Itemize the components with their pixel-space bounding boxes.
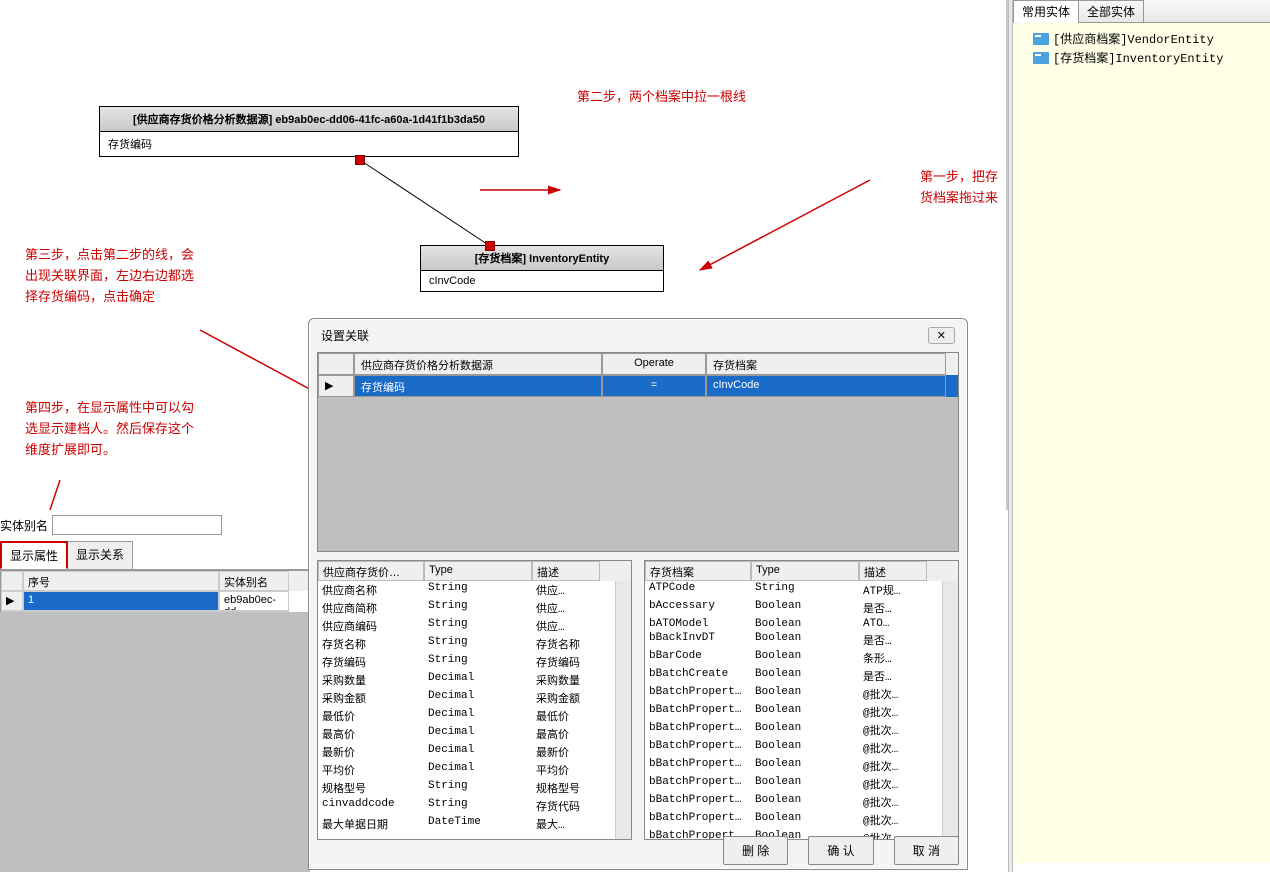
- relation-dialog: 设置关联 ✕ 供应商存货价格分析数据源 Operate 存货档案 ▶ 存货编码 …: [308, 318, 968, 870]
- entity-header: [供应商存货价格分析数据源] eb9ab0ec-dd06-41fc-a60a-1…: [100, 107, 518, 132]
- list-name-header: 供应商存货价…: [318, 561, 424, 581]
- list-item[interactable]: 存货名称String存货名称: [318, 635, 631, 653]
- list-desc-header: 描述: [532, 561, 600, 581]
- alias-input[interactable]: [52, 515, 222, 535]
- list-item[interactable]: ATPCodeStringATP规…: [645, 581, 958, 599]
- tab-display-relations[interactable]: 显示关系: [67, 541, 133, 569]
- list-name-header: 存货档案: [645, 561, 751, 581]
- rel-left-header: 供应商存货价格分析数据源: [354, 353, 602, 375]
- annotation-step1: 第一步，把存货档案拖过来: [920, 167, 1006, 209]
- tree-item[interactable]: [存货档案]InventoryEntity: [1019, 48, 1264, 67]
- table-row[interactable]: ▶1eb9ab0ec-dd…: [1, 591, 309, 611]
- list-item[interactable]: bBatchProperty6Boolean@批次…: [645, 793, 958, 811]
- grid-seq-header: 序号: [23, 571, 219, 591]
- list-item[interactable]: 最低价Decimal最低价: [318, 707, 631, 725]
- grid-indicator-header: [1, 571, 23, 591]
- dialog-title: 设置关联: [321, 327, 369, 344]
- relation-row[interactable]: ▶ 存货编码 = cInvCode: [318, 375, 958, 397]
- tree-item-label: [供应商档案]VendorEntity: [1053, 30, 1214, 47]
- grid-background: [0, 612, 310, 872]
- list-desc-header: 描述: [859, 561, 927, 581]
- entity-tree[interactable]: [供应商档案]VendorEntity [存货档案]InventoryEntity: [1013, 23, 1270, 863]
- list-item[interactable]: bBatchProperty4Boolean@批次…: [645, 757, 958, 775]
- entity-side-panel: 常用实体 全部实体 [供应商档案]VendorEntity [存货档案]Inven…: [1012, 0, 1270, 872]
- list-item[interactable]: 规格型号String规格型号: [318, 779, 631, 797]
- tree-item[interactable]: [供应商档案]VendorEntity: [1019, 29, 1264, 48]
- list-item[interactable]: 采购数量Decimal采购数量: [318, 671, 631, 689]
- entity-field[interactable]: cInvCode: [421, 271, 663, 291]
- entity-inventory[interactable]: [存货档案] InventoryEntity cInvCode: [420, 245, 664, 292]
- list-item[interactable]: 最高价Decimal最高价: [318, 725, 631, 743]
- tree-item-label: [存货档案]InventoryEntity: [1053, 49, 1223, 66]
- list-item[interactable]: 存货编码String存货编码: [318, 653, 631, 671]
- list-item[interactable]: bBatchProperty7Boolean@批次…: [645, 811, 958, 829]
- tab-common-entities[interactable]: 常用实体: [1013, 0, 1079, 23]
- list-item[interactable]: bBatchProperty1Boolean@批次…: [645, 685, 958, 703]
- tab-all-entities[interactable]: 全部实体: [1078, 0, 1144, 23]
- scrollbar[interactable]: [615, 581, 631, 839]
- connector-handle[interactable]: [485, 241, 495, 251]
- list-item[interactable]: 供应商名称String供应…: [318, 581, 631, 599]
- left-field-list[interactable]: 供应商存货价… Type 描述 供应商名称String供应…供应商简称Strin…: [317, 560, 632, 840]
- annotation-step2: 第二步，两个档案中拉一根线: [577, 87, 746, 108]
- entity-icon: [1033, 33, 1049, 45]
- entity-field[interactable]: 存货编码: [100, 132, 518, 156]
- row-indicator-icon: ▶: [1, 591, 23, 611]
- annotation-step4: 第四步，在显示属性中可以勾选显示建档人。然后保存这个维度扩展即可。: [25, 398, 205, 460]
- list-item[interactable]: 平均价Decimal平均价: [318, 761, 631, 779]
- list-item[interactable]: 供应商简称String供应…: [318, 599, 631, 617]
- list-item[interactable]: bBatchProperty2Boolean@批次…: [645, 721, 958, 739]
- list-item[interactable]: 最新价Decimal最新价: [318, 743, 631, 761]
- property-tabs: 显示属性 显示关系: [0, 541, 310, 570]
- list-item[interactable]: bBatchProperty5Boolean@批次…: [645, 775, 958, 793]
- tab-display-properties[interactable]: 显示属性: [0, 541, 68, 569]
- rel-right-cell[interactable]: cInvCode: [706, 375, 946, 397]
- right-field-list[interactable]: 存货档案 Type 描述 ATPCodeStringATP规…bAccessar…: [644, 560, 959, 840]
- rel-op-cell[interactable]: =: [602, 375, 706, 397]
- entity-icon: [1033, 52, 1049, 64]
- alias-label: 实体别名: [0, 517, 48, 534]
- annotation-step3: 第三步，点击第二步的线，会出现关联界面，左边右边都选择存货编码，点击确定: [25, 245, 205, 307]
- rel-op-header: Operate: [602, 353, 706, 375]
- list-item[interactable]: 供应商编码String供应…: [318, 617, 631, 635]
- list-item[interactable]: bBatchCreateBoolean是否…: [645, 667, 958, 685]
- list-type-header: Type: [751, 561, 859, 581]
- close-icon[interactable]: ✕: [928, 327, 955, 344]
- rel-left-cell[interactable]: 存货编码: [354, 375, 602, 397]
- list-item[interactable]: bBatchProperty3Boolean@批次…: [645, 739, 958, 757]
- grid-cell[interactable]: eb9ab0ec-dd…: [219, 591, 289, 611]
- cancel-button[interactable]: 取 消: [894, 836, 959, 865]
- list-item[interactable]: bBatchProperty10Boolean@批次…: [645, 703, 958, 721]
- list-item[interactable]: 最大单据日期DateTime最大…: [318, 815, 631, 833]
- list-type-header: Type: [424, 561, 532, 581]
- list-item[interactable]: bBarCodeBoolean条形…: [645, 649, 958, 667]
- list-item[interactable]: bBackInvDTBoolean是否…: [645, 631, 958, 649]
- list-item[interactable]: 采购金额Decimal采购金额: [318, 689, 631, 707]
- rel-right-header: 存货档案: [706, 353, 946, 375]
- row-indicator-icon: ▶: [318, 375, 354, 397]
- grid-alias-header: 实体别名: [219, 571, 289, 591]
- delete-button[interactable]: 删 除: [723, 836, 788, 865]
- connector-handle[interactable]: [355, 155, 365, 165]
- list-item[interactable]: bAccessaryBoolean是否…: [645, 599, 958, 617]
- entity-supplier-price[interactable]: [供应商存货价格分析数据源] eb9ab0ec-dd06-41fc-a60a-1…: [99, 106, 519, 157]
- list-item[interactable]: bATOModelBooleanATO…: [645, 617, 958, 631]
- grid-cell[interactable]: 1: [23, 591, 219, 611]
- rel-indicator-header: [318, 353, 354, 375]
- ok-button[interactable]: 确 认: [808, 836, 873, 865]
- entity-header: [存货档案] InventoryEntity: [421, 246, 663, 271]
- scrollbar[interactable]: [942, 581, 958, 839]
- list-item[interactable]: cinvaddcodeString存货代码: [318, 797, 631, 815]
- relation-grid[interactable]: 供应商存货价格分析数据源 Operate 存货档案 ▶ 存货编码 = cInvC…: [317, 352, 959, 552]
